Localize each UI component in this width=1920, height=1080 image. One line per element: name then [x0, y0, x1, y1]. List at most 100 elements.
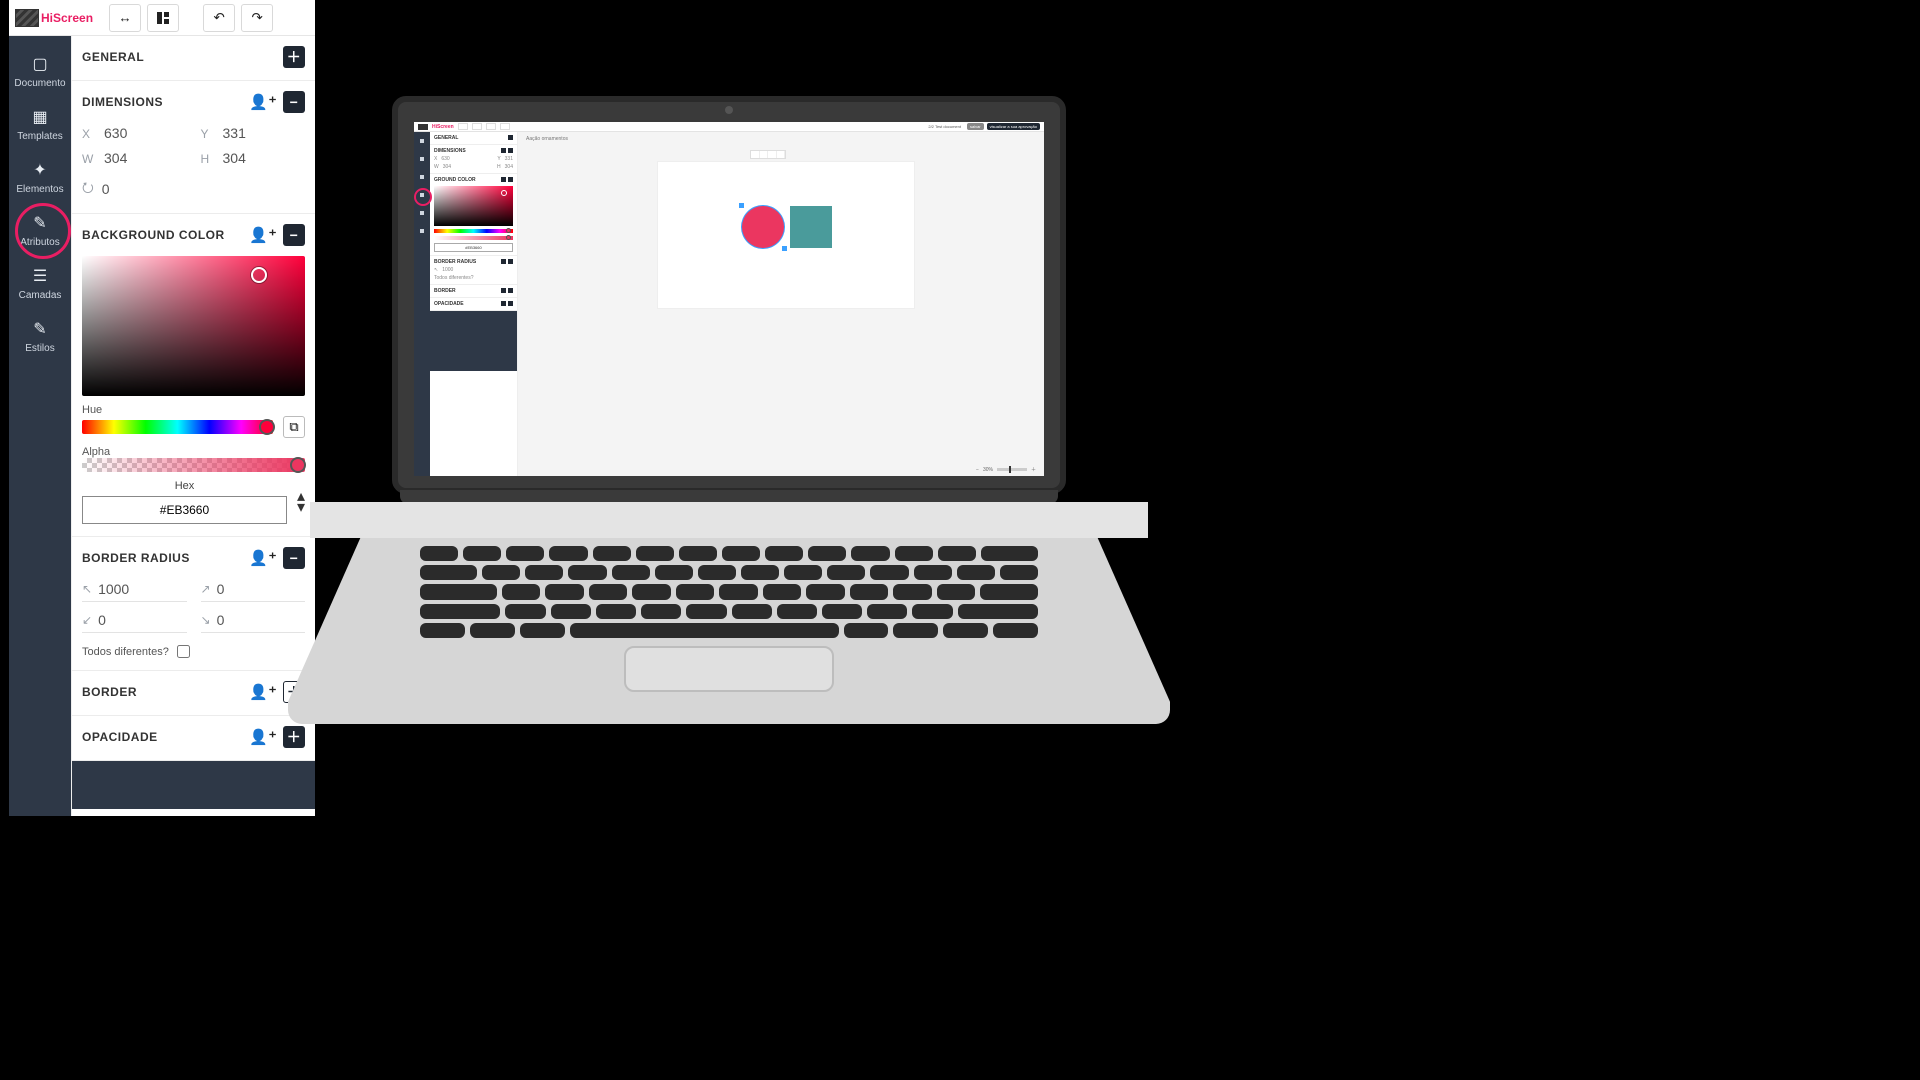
brand-logo: HiScreen	[15, 9, 93, 27]
mini-toolbar-button	[472, 123, 482, 130]
copy-color-button[interactable]: ⧉	[283, 416, 305, 438]
doc-info: 2/2 Test document	[925, 123, 964, 130]
camera-dot	[725, 106, 733, 114]
mini-panel: GENERAL DIMENSIONS X630Y331 W304H304 GRO…	[430, 132, 518, 476]
hex-label: Hex	[82, 480, 287, 492]
user-link-icon[interactable]: 👤⁺	[249, 683, 277, 701]
rail-label: Documento	[9, 78, 71, 89]
mini-toolbar-button	[486, 123, 496, 130]
input-radius-bl[interactable]	[98, 612, 168, 628]
toolbar-arrows-button[interactable]: ↔	[109, 4, 141, 32]
input-radius-br[interactable]	[217, 612, 287, 628]
radius-br: ↘	[201, 612, 306, 633]
section-title: BORDER	[82, 685, 137, 699]
input-radius-tr[interactable]	[217, 581, 287, 597]
rail-item-templates[interactable]: ▦ Templates	[9, 107, 71, 142]
hue-label: Hue	[82, 404, 305, 416]
section-opacity: OPACIDADE 👤⁺ ＋	[72, 716, 315, 761]
section-title: BACKGROUND COLOR	[82, 228, 225, 242]
rail-item-documento[interactable]: ▢ Documento	[9, 54, 71, 89]
expand-button[interactable]: ＋	[283, 726, 305, 748]
mini-floating-toolbar	[750, 150, 786, 159]
section-background-color: BACKGROUND COLOR 👤⁺ − Hue	[72, 214, 315, 537]
mini-sec-title: DIMENSIONS	[434, 148, 466, 154]
radius-tr: ↗	[201, 581, 306, 602]
user-link-icon[interactable]: 👤⁺	[249, 549, 277, 567]
rail-item-camadas[interactable]: ☰ Camadas	[9, 266, 71, 301]
label-w: W	[82, 152, 96, 166]
mini-toolbar-button	[500, 123, 510, 130]
hue-thumb[interactable]	[259, 419, 275, 435]
rail-label: Atributos	[9, 237, 71, 248]
mini-logo-mark	[418, 124, 428, 130]
color-saturation-value[interactable]	[82, 256, 305, 396]
collapse-button[interactable]: −	[283, 224, 305, 246]
toolbar-redo-button[interactable]: ↷	[241, 4, 273, 32]
rail-item-estilos[interactable]: ✎ Estilos	[9, 319, 71, 354]
alpha-label: Alpha	[82, 446, 305, 458]
brush-icon: ✎	[9, 213, 71, 233]
hue-slider[interactable]	[82, 420, 273, 434]
puzzle-icon: ✦	[9, 160, 71, 180]
rail-item-elementos[interactable]: ✦ Elementos	[9, 160, 71, 195]
mini-breadcrumb: Aação ornamentos	[526, 136, 568, 142]
section-title: OPACIDADE	[82, 730, 158, 744]
input-x[interactable]	[104, 125, 174, 142]
layout-icon	[155, 10, 171, 26]
arrows-h-icon: ↔	[118, 10, 131, 25]
logo-mark	[15, 9, 39, 27]
section-border: BORDER 👤⁺ ＋	[72, 671, 315, 716]
hex-stepper[interactable]: ▴ ▾	[297, 491, 305, 513]
dim-x: X	[82, 125, 187, 142]
minus-icon: −	[290, 94, 299, 110]
all-different-row[interactable]: Todos diferentes?	[82, 645, 305, 658]
sv-cursor[interactable]	[251, 267, 267, 283]
rail-label: Elementos	[9, 184, 71, 195]
dim-rotation: ⭮	[82, 177, 305, 201]
toolbar-undo-button[interactable]: ↶	[203, 4, 235, 32]
alpha-thumb[interactable]	[290, 457, 306, 473]
section-general: GENERAL ＋	[72, 36, 315, 81]
collapse-button[interactable]: −	[283, 547, 305, 569]
input-y[interactable]	[223, 125, 293, 142]
user-link-icon[interactable]: 👤⁺	[249, 226, 277, 244]
laptop-screen: HiScreen 2/2 Test document salvar visual…	[414, 122, 1044, 476]
laptop-screen-frame: HiScreen 2/2 Test document salvar visual…	[392, 96, 1066, 494]
input-radius-tl[interactable]	[98, 581, 168, 597]
toolbar-layout-button[interactable]	[147, 4, 179, 32]
laptop-base-top	[310, 502, 1148, 538]
hex-input[interactable]	[82, 496, 287, 524]
input-rotation[interactable]	[102, 181, 162, 197]
rail-label: Camadas	[9, 290, 71, 301]
mini-sec-title: GROUND COLOR	[434, 177, 476, 183]
arrow-br-icon: ↘	[201, 613, 211, 627]
all-different-checkbox[interactable]	[177, 645, 190, 658]
collapse-button[interactable]: −	[283, 91, 305, 113]
topbar: HiScreen ↔ ↶ ↷	[9, 0, 315, 36]
input-h[interactable]	[223, 150, 293, 167]
mini-zoom-status: −30%＋	[976, 466, 1036, 473]
alpha-slider[interactable]	[82, 458, 305, 472]
expand-button[interactable]: ＋	[283, 46, 305, 68]
styles-icon: ✎	[9, 319, 71, 339]
arrow-bl-icon: ↙	[82, 613, 92, 627]
rail-item-atributos[interactable]: ✎ Atributos	[9, 213, 71, 248]
user-link-icon[interactable]: 👤⁺	[249, 93, 277, 111]
dim-y: Y	[201, 125, 306, 142]
layers-icon: ☰	[9, 266, 71, 286]
input-w[interactable]	[104, 150, 174, 167]
user-link-icon[interactable]: 👤⁺	[249, 728, 277, 746]
label-x: X	[82, 127, 96, 141]
mini-shape-square	[790, 206, 832, 248]
mini-hex: #EB3660	[434, 243, 513, 252]
mini-sec-title: GENERAL	[434, 135, 458, 141]
laptop-trackpad	[624, 646, 834, 692]
minus-icon: −	[290, 227, 299, 243]
grid-icon: ▦	[9, 107, 71, 127]
mini-topbar: HiScreen 2/2 Test document salvar visual…	[414, 122, 1044, 132]
plus-icon: ＋	[287, 47, 302, 67]
mini-rail	[414, 132, 430, 476]
chevron-down-icon: ▾	[297, 502, 305, 513]
mini-sec-title: OPACIDADE	[434, 301, 464, 307]
rotate-icon: ⭮	[82, 177, 94, 201]
